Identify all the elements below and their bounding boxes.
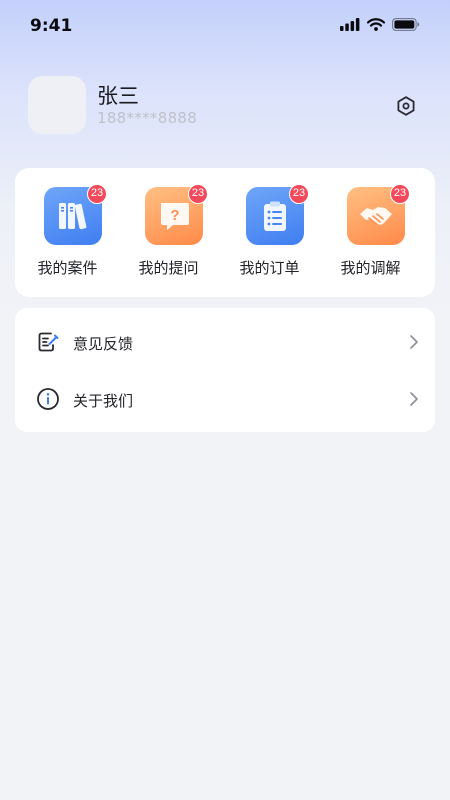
- quick-action-label: 我的调解: [340, 259, 401, 277]
- signal-icon: [340, 18, 360, 31]
- user-phone: 188****8888: [97, 109, 198, 127]
- quick-actions-card: 23 我的案件 ? 23 我的提问 23 我的订单 23 我的调解: [15, 168, 435, 297]
- quick-action-label: 我的提问: [138, 259, 199, 277]
- quick-action-label: 我的案件: [37, 259, 98, 277]
- menu-item-label: 意见反馈: [73, 335, 134, 353]
- quick-action-my-cases[interactable]: 23 我的案件: [15, 168, 120, 297]
- battery-icon: [392, 18, 420, 31]
- quick-action-my-questions[interactable]: ? 23 我的提问: [116, 168, 221, 297]
- status-time: 9:41: [30, 16, 73, 36]
- badge-count: 23: [188, 184, 208, 204]
- svg-text:?: ?: [170, 207, 179, 224]
- info-circle-icon: [37, 388, 59, 410]
- chevron-right-icon: [410, 335, 418, 349]
- user-name: 张三: [97, 84, 139, 108]
- menu-item-about-us[interactable]: 关于我们: [15, 370, 435, 428]
- feedback-edit-icon: [38, 332, 59, 352]
- quick-action-label: 我的订单: [239, 259, 300, 277]
- menu-item-feedback[interactable]: 意见反馈: [15, 313, 435, 371]
- status-bar: 9:41: [0, 0, 450, 54]
- badge-count: 23: [87, 184, 107, 204]
- status-icons: [340, 18, 420, 31]
- menu-list-card: 意见反馈 关于我们: [15, 308, 435, 432]
- profile-header: 张三 188****8888: [28, 76, 422, 136]
- wifi-icon: [367, 18, 385, 31]
- badge-count: 23: [289, 184, 309, 204]
- menu-item-label: 关于我们: [73, 392, 134, 410]
- quick-action-my-orders[interactable]: 23 我的订单: [217, 168, 322, 297]
- avatar[interactable]: [28, 76, 86, 134]
- chevron-right-icon: [410, 392, 418, 406]
- settings-button[interactable]: [393, 93, 419, 119]
- badge-count: 23: [390, 184, 410, 204]
- hexagon-settings-icon: [397, 96, 415, 116]
- quick-action-my-mediation[interactable]: 23 我的调解: [318, 168, 423, 297]
